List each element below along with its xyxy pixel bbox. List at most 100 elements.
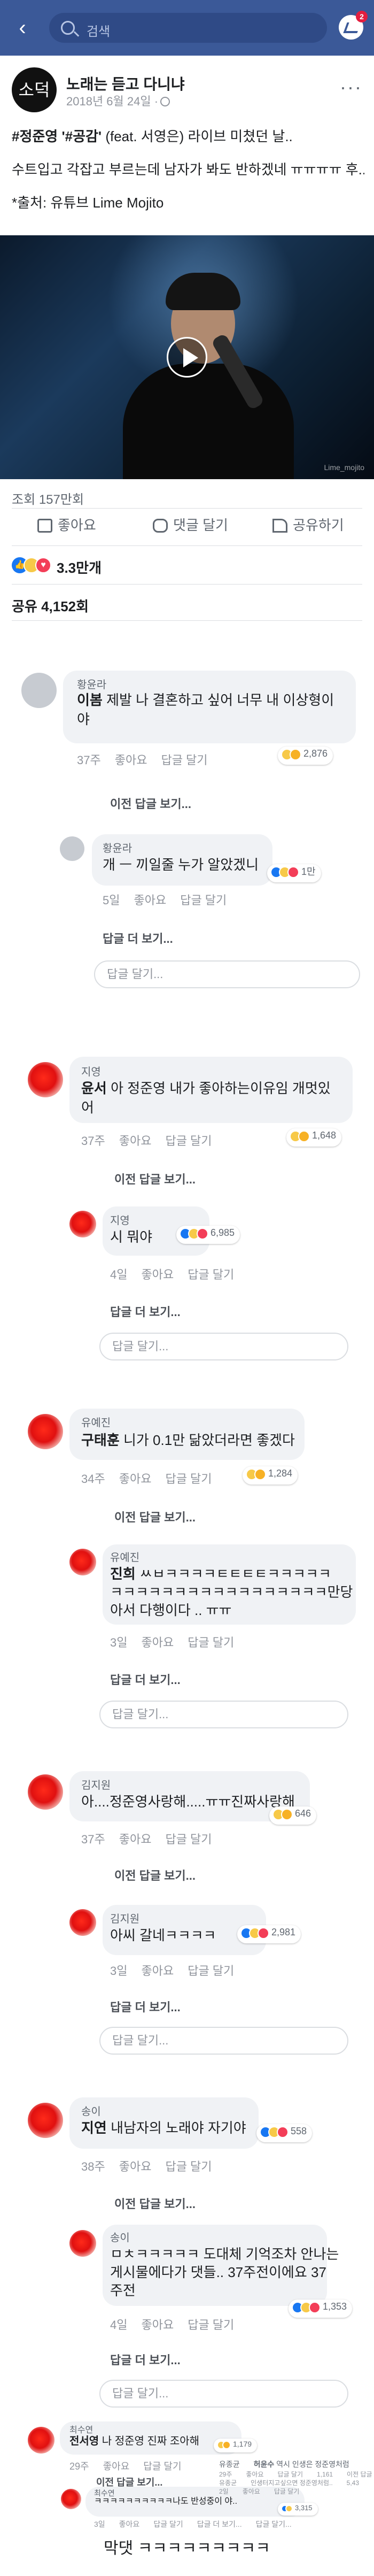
comment-like-link[interactable]: 좋아요 <box>119 2160 152 2173</box>
commenter-name[interactable]: 유종균 <box>219 2460 240 2469</box>
page-avatar[interactable]: 소덕 <box>12 67 57 112</box>
comment-button[interactable]: 댓글 달기 <box>153 514 228 534</box>
reaction-count: 3.3만개 <box>57 560 102 576</box>
more-replies-link[interactable]: 답글 더 보기... <box>197 2520 242 2528</box>
comment-like-link[interactable]: 좋아요 <box>103 2461 130 2472</box>
more-replies-link[interactable]: 답글 더 보기... <box>110 2351 181 2368</box>
comment-reactions[interactable]: 1,648 <box>286 1128 342 1147</box>
post-date: 2018년 6월 24일 · <box>66 92 170 109</box>
previous-replies-link[interactable]: 이전 답글 보기... <box>114 1866 196 1883</box>
more-replies-link[interactable]: 답글 더 보기... <box>103 929 173 947</box>
commenter-name[interactable]: 송이 <box>110 2229 130 2244</box>
comment-like-link[interactable]: 좋아요 <box>119 1472 152 1486</box>
reply-reactions[interactable]: 6,985 <box>176 1226 240 1244</box>
bottom-caption: 막댓 ㅋㅋㅋㅋㅋㅋㅋㅋㅋ <box>104 2540 270 2557</box>
commenter-name[interactable]: 유예진 <box>110 1549 139 1564</box>
comment-like-link[interactable]: 좋아요 <box>119 1833 152 1846</box>
reply-reply-link[interactable]: 답글 달기 <box>153 2520 183 2528</box>
reply-input[interactable]: 답글 달기... <box>99 1701 348 1728</box>
commenter-name[interactable]: 황윤라 <box>103 840 132 855</box>
reply-meta: 4일 좋아요 답글 달기 <box>110 1268 235 1281</box>
reply-like-link[interactable]: 좋아요 <box>134 894 166 907</box>
video-watermark: Lime_mojito <box>324 463 364 472</box>
love-reaction-icon: ♥ <box>35 557 51 573</box>
avatar[interactable] <box>28 1062 63 1097</box>
reply-reply-link[interactable]: 답글 달기 <box>188 2318 234 2332</box>
reply-reactions[interactable]: 1만 <box>267 864 321 882</box>
reply-like-link[interactable]: 좋아요 <box>119 2520 140 2528</box>
avatar[interactable] <box>61 2489 81 2509</box>
avatar[interactable] <box>69 2230 96 2257</box>
comment-reactions[interactable]: 558 <box>256 2124 313 2142</box>
avatar[interactable] <box>60 836 84 861</box>
reply-input[interactable]: 답글 달기... <box>99 2027 348 2055</box>
commenter-name[interactable]: 황윤라 <box>77 676 106 691</box>
page-name[interactable]: 노래는 듣고 다니냐 <box>66 73 185 94</box>
reply-snippet: 유종균 인생터지고싶으면 정준영처럼.. 5,43 <box>219 2479 360 2487</box>
more-options-icon[interactable]: ··· <box>340 76 362 98</box>
video-player[interactable]: Lime_mojito <box>0 235 374 479</box>
commenter-name[interactable]: 김지원 <box>110 1910 139 1926</box>
comment-meta: 37주 좋아요 답글 달기 <box>77 753 208 767</box>
comment-reactions[interactable]: 1,179 <box>214 2439 258 2452</box>
search-input[interactable]: 검색 <box>49 13 327 43</box>
previous-replies-link[interactable]: 이전 답글 보기... <box>114 1170 196 1187</box>
avatar[interactable] <box>69 1909 96 1936</box>
more-replies-link[interactable]: 답글 더 보기... <box>110 1303 181 1320</box>
avatar[interactable] <box>28 2103 63 2138</box>
avatar[interactable] <box>21 673 57 708</box>
thumbs-up-icon <box>37 519 52 533</box>
previous-replies-link[interactable]: 이전 답글 보기... <box>110 795 191 812</box>
reply-input[interactable]: 답글 달기... <box>99 2380 348 2408</box>
avatar[interactable] <box>28 1414 63 1449</box>
comment-reactions[interactable]: 1,284 <box>243 1466 298 1485</box>
reply-reply-link[interactable]: 답글 달기 <box>180 894 227 907</box>
commenter-name[interactable]: 최수연 <box>69 2423 93 2435</box>
comment-snippet: 유종균 허윤수 역시 인생은 정준영처럼 <box>219 2460 349 2469</box>
commenter-name[interactable]: 유예진 <box>81 1414 111 1429</box>
commenter-name[interactable]: 지영 <box>81 1063 101 1079</box>
comment-reply-link[interactable]: 답글 달기 <box>165 1833 212 1846</box>
avatar[interactable] <box>28 2427 54 2454</box>
play-icon[interactable] <box>167 337 207 378</box>
reply-input[interactable]: 답글 달기... <box>256 2520 292 2528</box>
reply-like-link[interactable]: 좋아요 <box>141 2318 174 2332</box>
comment-like-link[interactable]: 좋아요 <box>119 1134 152 1148</box>
comment-reply-link[interactable]: 답글 달기 <box>161 753 207 767</box>
reply-reactions[interactable]: 3,315 <box>278 2503 318 2516</box>
reply-like-link[interactable]: 좋아요 <box>141 1268 174 1281</box>
comment-reactions[interactable]: 2,876 <box>278 747 333 765</box>
commenter-name[interactable]: 김지원 <box>81 1777 111 1792</box>
more-replies-link[interactable]: 답글 더 보기... <box>110 1998 181 2015</box>
reply-reply-link[interactable]: 답글 달기 <box>188 1964 234 1978</box>
avatar[interactable] <box>28 1774 63 1810</box>
share-button[interactable]: 공유하기 <box>272 514 344 534</box>
comment-reply-link[interactable]: 답글 달기 <box>143 2461 181 2472</box>
comment-reactions[interactable]: 646 <box>269 1806 317 1825</box>
comment-reply-link[interactable]: 답글 달기 <box>165 2160 212 2173</box>
like-button[interactable]: 좋아요 <box>37 514 96 534</box>
more-replies-link[interactable]: 답글 더 보기... <box>110 1671 181 1688</box>
comment-like-link[interactable]: 좋아요 <box>115 753 147 767</box>
reply-reply-link[interactable]: 답글 달기 <box>188 1636 234 1649</box>
previous-replies-link[interactable]: 이전 답글 보기... <box>114 2195 196 2212</box>
commenter-name[interactable]: 송이 <box>81 2103 101 2118</box>
post-text-line: *출처: 유튜브 Lime Mojito <box>12 195 164 211</box>
reply-input[interactable]: 답글 달기... <box>94 960 360 988</box>
reply-input[interactable]: 답글 달기... <box>99 1333 348 1360</box>
avatar[interactable] <box>69 1549 96 1575</box>
reply-text: 진희 ㅆㅂㅋㅋㅋㅋㅌㅌㅌㅌㅋㅋㅋㅋㅋ <box>110 1566 331 1582</box>
reply-reply-link[interactable]: 답글 달기 <box>188 1268 234 1281</box>
comment-reply-link[interactable]: 답글 달기 <box>165 1472 212 1486</box>
previous-replies-link[interactable]: 이전 답글 보기... <box>114 1508 196 1525</box>
reply-like-link[interactable]: 좋아요 <box>141 1964 174 1978</box>
reply-like-link[interactable]: 좋아요 <box>141 1636 174 1649</box>
comment-reply-link[interactable]: 답글 달기 <box>165 1134 212 1148</box>
reply-reactions[interactable]: 2,981 <box>237 1925 301 1943</box>
commenter-name[interactable]: 지영 <box>110 1212 130 1227</box>
reply-reactions[interactable]: 1,353 <box>289 2300 353 2318</box>
share-count[interactable]: 공유 4,152회 <box>12 596 89 616</box>
hashtag[interactable]: #정준영 '#공감' <box>12 128 102 144</box>
back-arrow-icon[interactable]: ‹ <box>12 16 33 40</box>
avatar[interactable] <box>69 1211 96 1237</box>
